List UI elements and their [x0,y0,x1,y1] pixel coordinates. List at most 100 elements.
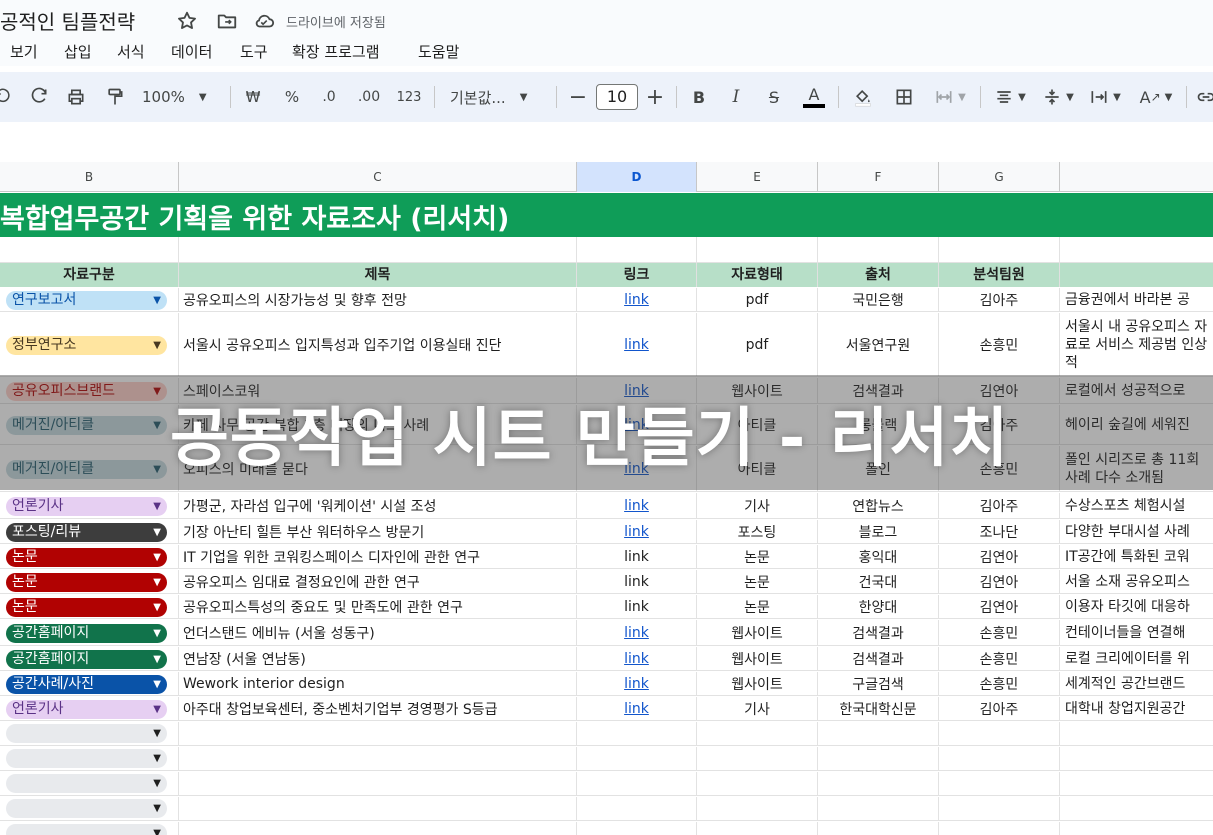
notes-cell[interactable]: 컨테이너들을 연결해 [1060,620,1213,645]
category-chip[interactable]: 포스팅/리뷰 ▼ [6,523,167,542]
document-title[interactable]: 공적인 팀플전략 [0,6,135,35]
font-size-input[interactable]: 10 [596,84,638,110]
member-cell[interactable]: 손흥민 [939,620,1060,645]
table-cell[interactable] [0,237,179,262]
type-cell[interactable]: 기사 [697,697,818,720]
notes-cell[interactable]: 이용자 타깃에 대응하 [1060,595,1213,618]
table-cell[interactable] [697,722,818,745]
column-header-h[interactable] [1060,162,1213,192]
link-cell[interactable]: link [577,313,697,376]
type-cell[interactable]: 웹사이트 [697,620,818,645]
source-cell[interactable]: 건국대 [818,570,939,593]
source-cell[interactable]: 서울연구원 [818,313,939,376]
header-link[interactable]: 링크 [577,263,697,287]
table-cell[interactable] [577,772,697,795]
category-cell[interactable]: 연구보고서 ▼ [0,288,179,311]
table-cell[interactable] [939,237,1060,262]
category-cell[interactable]: 논문 ▼ [0,545,179,568]
increase-decimal-button[interactable]: .00 [354,84,384,110]
title-cell[interactable]: 아주대 창업보육센터, 중소벤처기업부 경영평가 S등급 [179,697,577,720]
source-cell[interactable]: 연합뉴스 [818,493,939,518]
category-cell[interactable]: 언론기사 ▼ [0,697,179,720]
column-header-d[interactable]: D [577,162,697,192]
table-cell[interactable] [697,747,818,770]
source-cell[interactable]: 블로그 [818,520,939,543]
notes-cell[interactable]: 다양한 부대시설 사례 [1060,520,1213,543]
table-cell[interactable] [697,797,818,820]
member-cell[interactable]: 손흥민 [939,672,1060,695]
notes-cell[interactable]: 서울시 내 공유오피스 자료로 서비스 제공범 인상적 [1060,313,1213,376]
table-cell[interactable] [179,822,577,835]
category-cell[interactable]: 포스팅/리뷰 ▼ [0,520,179,543]
move-to-folder-icon[interactable] [216,10,238,32]
merge-cells-icon[interactable]: ▼ [928,84,972,110]
link-anchor[interactable]: link [624,676,649,692]
category-chip[interactable]: 언론기사 ▼ [6,700,167,719]
title-cell[interactable]: 언더스탠드 에비뉴 (서울 성동구) [179,620,577,645]
member-cell[interactable]: 김아주 [939,697,1060,720]
number-format-button[interactable]: 123 [396,84,422,110]
category-chip[interactable]: 논문 ▼ [6,548,167,567]
star-icon[interactable] [176,10,198,32]
member-cell[interactable]: 김연아 [939,570,1060,593]
category-chip[interactable]: 공간홈페이지 ▼ [6,650,167,669]
column-header-f[interactable]: F [818,162,939,192]
table-cell[interactable] [697,772,818,795]
source-cell[interactable]: 구글검색 [818,672,939,695]
member-cell[interactable]: 손흥민 [939,313,1060,376]
table-cell[interactable] [179,747,577,770]
title-cell[interactable]: IT 기업을 위한 코워킹스페이스 디자인에 관한 연구 [179,545,577,568]
table-cell[interactable] [1060,747,1213,770]
table-cell[interactable] [179,797,577,820]
table-cell[interactable] [818,722,939,745]
align-horizontal-icon[interactable]: ▼ [990,84,1030,110]
table-cell[interactable] [577,747,697,770]
notes-cell[interactable]: 대학내 창업지원공간 [1060,697,1213,720]
link-anchor[interactable]: link [624,625,649,641]
type-cell[interactable]: 웹사이트 [697,672,818,695]
column-header-e[interactable]: E [697,162,818,192]
table-cell[interactable] [697,822,818,835]
menu-extensions[interactable]: 확장 프로그램 [292,41,380,62]
notes-cell[interactable]: IT공간에 특화된 코워 [1060,545,1213,568]
table-cell[interactable] [179,722,577,745]
category-chip[interactable]: 언론기사 ▼ [6,497,167,516]
member-cell[interactable]: 김아주 [939,493,1060,518]
source-cell[interactable]: 홍익대 [818,545,939,568]
source-cell[interactable]: 검색결과 [818,647,939,670]
undo-icon[interactable] [0,84,12,110]
table-cell[interactable] [1060,797,1213,820]
type-cell[interactable]: 웹사이트 [697,647,818,670]
cloud-saved-icon[interactable] [253,10,275,32]
link-anchor[interactable]: link [624,337,649,353]
table-cell[interactable] [818,747,939,770]
table-cell[interactable] [939,822,1060,835]
title-cell[interactable]: 공유오피스의 시장가능성 및 향후 전망 [179,288,577,311]
decrease-font-size-button[interactable]: − [568,84,588,110]
link-cell[interactable]: link [577,570,697,593]
table-cell[interactable] [697,237,818,262]
italic-button[interactable]: I [726,84,746,110]
link-cell[interactable]: link [577,697,697,720]
table-cell[interactable]: ▼ [0,747,179,770]
source-cell[interactable]: 국민은행 [818,288,939,311]
title-cell[interactable]: 기장 아난티 힐튼 부산 워터하우스 방문기 [179,520,577,543]
link-anchor[interactable]: link [624,701,649,717]
category-cell[interactable]: 논문 ▼ [0,595,179,618]
font-family-select[interactable]: 기본값... ▼ [450,84,546,110]
link-icon[interactable] [1196,84,1213,110]
table-cell[interactable] [577,797,697,820]
table-cell[interactable] [939,797,1060,820]
category-chip[interactable]: 공간홈페이지 ▼ [6,624,167,643]
link-cell[interactable]: link [577,595,697,618]
bold-button[interactable]: B [689,84,709,110]
table-cell[interactable] [179,237,577,262]
category-chip[interactable]: 논문 ▼ [6,573,167,592]
link-cell[interactable]: link [577,647,697,670]
header-source[interactable]: 출처 [818,263,939,287]
table-cell[interactable] [1060,722,1213,745]
table-cell[interactable] [818,237,939,262]
member-cell[interactable]: 김아주 [939,288,1060,311]
empty-category-chip[interactable]: ▼ [6,749,167,768]
header-notes[interactable] [1060,263,1213,287]
